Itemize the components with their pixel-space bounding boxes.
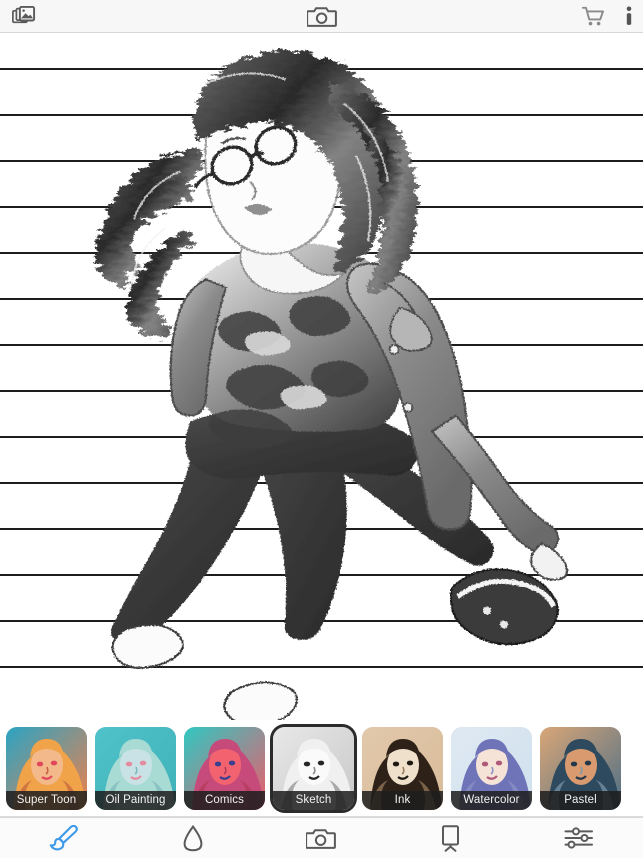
tab-effects[interactable] <box>0 818 129 858</box>
sliders-icon <box>564 826 594 850</box>
filter-label: Ink <box>362 790 443 810</box>
filter-thumb-comics[interactable]: Comics <box>184 726 265 810</box>
photo-canvas[interactable] <box>0 33 643 720</box>
top-toolbar-center <box>0 0 643 32</box>
cart-icon[interactable] <box>582 6 605 27</box>
filter-label: Comics <box>184 790 265 810</box>
filter-thumb-oil-painting[interactable]: Oil Painting <box>95 726 176 810</box>
easel-icon <box>439 824 462 852</box>
filter-label: Super Toon <box>6 790 87 810</box>
tab-canvas[interactable] <box>386 818 515 858</box>
filter-label: Pastel <box>540 790 621 810</box>
top-toolbar-right <box>582 0 633 32</box>
droplet-icon <box>182 824 204 852</box>
filter-thumb-ink[interactable]: Ink <box>362 726 443 810</box>
filter-label: Watercolor <box>451 790 532 810</box>
filter-label: Oil Painting <box>95 790 176 810</box>
filtered-photo <box>0 33 643 720</box>
filter-thumb-pastel[interactable]: Pastel <box>540 726 621 810</box>
filter-thumb-watercolor[interactable]: Watercolor <box>451 726 532 810</box>
camera-icon[interactable] <box>306 5 337 28</box>
filter-thumb-sketch[interactable]: Sketch <box>273 726 354 810</box>
tab-camera[interactable] <box>257 818 386 858</box>
tab-blend[interactable] <box>129 818 258 858</box>
filter-thumb-super-toon[interactable]: Super Toon <box>6 726 87 810</box>
camera-icon <box>306 827 337 850</box>
bottom-toolbar <box>0 817 643 858</box>
app-root: Super Toon Oil Painting Comics Sketch Ink Wat… <box>0 0 643 858</box>
brush-icon <box>49 825 79 851</box>
tab-adjust[interactable] <box>514 818 643 858</box>
info-icon[interactable] <box>625 6 633 27</box>
top-toolbar <box>0 0 643 33</box>
filter-label: Sketch <box>273 790 354 810</box>
filter-strip[interactable]: Super Toon Oil Painting Comics Sketch Ink Wat… <box>0 720 643 817</box>
